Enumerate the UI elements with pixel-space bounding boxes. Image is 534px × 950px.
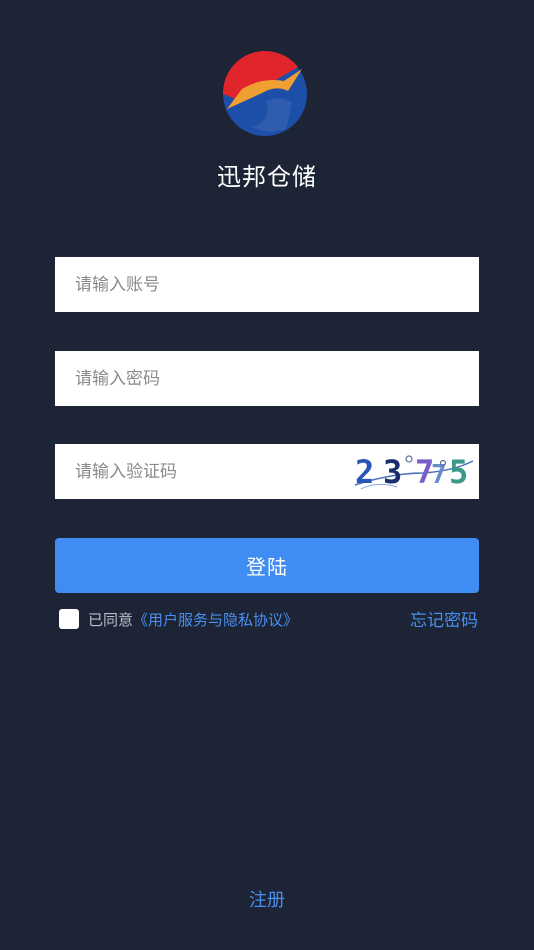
captcha-char: 3: [383, 453, 402, 491]
captcha-field: 2 3 7 7 5: [55, 444, 479, 499]
password-field: [55, 351, 479, 406]
captcha-char: 5: [449, 453, 468, 491]
agreement-prefix: 已同意: [88, 610, 134, 629]
app-logo: [222, 50, 308, 137]
agreement-checkbox[interactable]: [59, 609, 79, 629]
login-button[interactable]: 登陆: [55, 538, 479, 593]
app-title: 迅邦仓储: [217, 163, 317, 191]
captcha-image[interactable]: 2 3 7 7 5: [353, 451, 475, 493]
account-input[interactable]: [55, 257, 479, 312]
agreement-row: 已同意 《用户服务与隐私协议》: [59, 608, 298, 630]
password-input[interactable]: [55, 351, 479, 406]
account-field: [55, 257, 479, 312]
agreement-link[interactable]: 《用户服务与隐私协议》: [133, 609, 298, 630]
forgot-password-link[interactable]: 忘记密码: [410, 606, 478, 631]
register-link[interactable]: 注册: [0, 886, 534, 912]
captcha-input[interactable]: [55, 444, 345, 499]
